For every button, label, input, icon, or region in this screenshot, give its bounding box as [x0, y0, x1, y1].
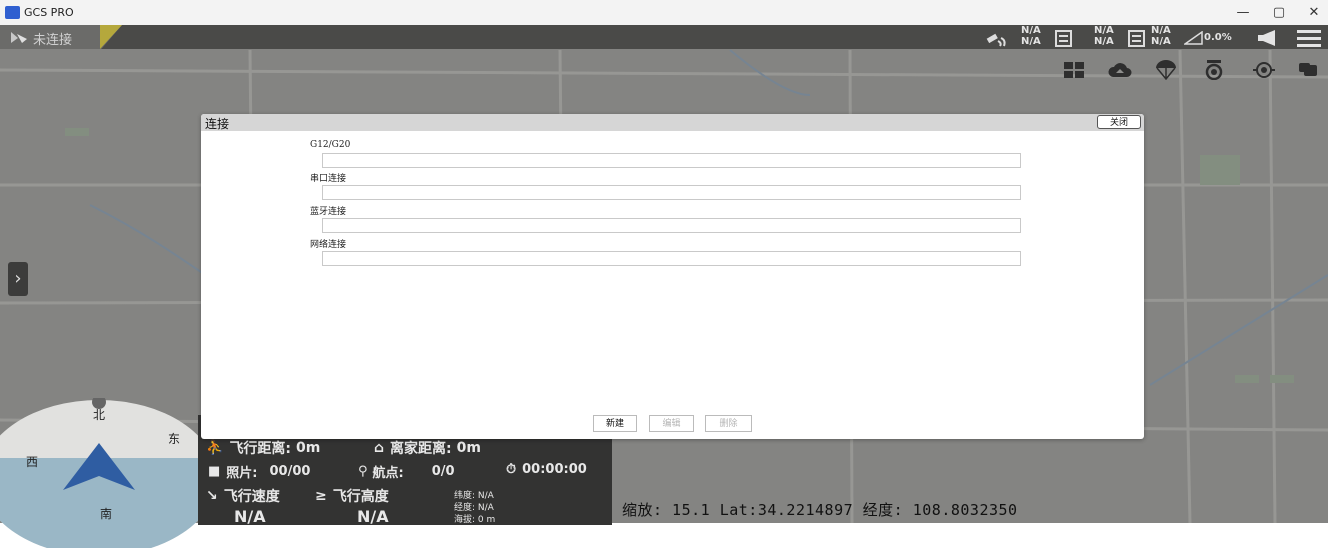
camera-icon: ■	[208, 464, 221, 479]
photos-label: 照片:	[226, 466, 258, 481]
restore-button[interactable]: ▢	[1262, 2, 1296, 23]
chat-button[interactable]	[1296, 59, 1320, 81]
layers-icon	[1064, 62, 1084, 78]
home-distance-row: ⌂ 离家距离: 0m	[374, 438, 481, 458]
parachute-icon	[1156, 60, 1176, 80]
speed-icon: ↘	[206, 488, 218, 504]
minimize-button[interactable]: —	[1226, 2, 1260, 23]
elevation-line: 海拔: 0 m	[454, 515, 496, 525]
window-titlebar: GCS PRO — ▢ ✕	[0, 0, 1328, 25]
altitude-row: ≥ 飞行高度	[315, 486, 389, 506]
megaphone-icon[interactable]	[1257, 29, 1283, 47]
dialog-close-button[interactable]: 关闭	[1097, 115, 1141, 129]
camera-lens-icon	[1205, 60, 1223, 80]
edit-connection-button[interactable]: 编辑	[649, 415, 694, 432]
section-label-bluetooth: 蓝牙连接	[310, 207, 347, 217]
signal-icon	[1184, 31, 1203, 45]
signal-percent: 0.0%	[1204, 32, 1232, 43]
serial-connection-list[interactable]	[322, 185, 1021, 200]
telemetry-2-top: N/A	[1094, 25, 1114, 36]
telemetry-3-bottom: N/A	[1151, 36, 1171, 47]
compass-south: 南	[100, 506, 112, 521]
waypoints-label: 航点:	[372, 466, 404, 481]
speed-label: 飞行速度	[223, 489, 280, 505]
waypoints-value: 0/0	[431, 464, 455, 479]
photos-row: ■ 照片: 00/00	[208, 462, 310, 481]
speed-row: ↘ 飞行速度	[206, 486, 280, 506]
flight-distance-value: 0m	[296, 440, 321, 456]
altitude-label: 飞行高度	[332, 489, 389, 505]
flight-distance-label: 飞行距离:	[229, 441, 292, 457]
compass-widget: 北 西 东 南	[0, 398, 217, 548]
home-distance-label: 离家距离:	[390, 441, 452, 457]
photos-value: 00/00	[269, 464, 311, 479]
timer-value: 00:00:00	[522, 462, 587, 477]
waypoints-row: ⚲ 航点: 0/0	[358, 462, 455, 481]
document-icon[interactable]	[1128, 30, 1145, 47]
compass-west: 西	[26, 455, 38, 469]
compass-north: 北	[93, 408, 105, 422]
bluetooth-connection-list[interactable]	[322, 218, 1021, 233]
telemetry-2-bottom: N/A	[1094, 36, 1114, 47]
camera-lens-button[interactable]	[1202, 59, 1226, 81]
cloud-upload-icon	[1108, 63, 1132, 77]
delete-connection-button[interactable]: 删除	[705, 415, 752, 432]
close-window-button[interactable]: ✕	[1297, 2, 1328, 23]
app-title: GCS PRO	[24, 6, 74, 19]
chat-icon	[1299, 63, 1317, 76]
walk-icon: ⛹	[206, 440, 224, 456]
compass-east: 东	[168, 432, 180, 446]
app-logo-icon	[5, 6, 20, 19]
dialog-title: 连接	[205, 117, 230, 131]
network-connection-list[interactable]	[322, 251, 1021, 266]
connection-status-label: 未连接	[33, 33, 73, 48]
home-distance-value: 0m	[456, 440, 481, 456]
flight-distance-row: ⛹ 飞行距离: 0m	[206, 438, 320, 458]
stopwatch-icon: ⏱	[506, 462, 517, 477]
target-button[interactable]	[1252, 59, 1276, 81]
map-status-line: 缩放: 15.1 Lat:34.2214897 经度: 108.8032350	[622, 501, 1018, 519]
layers-button[interactable]	[1062, 59, 1086, 81]
new-connection-button[interactable]: 新建	[593, 415, 637, 432]
altitude-icon: ≥	[315, 488, 327, 504]
section-label-serial: 串口连接	[310, 174, 347, 184]
dialog-header: 连接 关闭	[201, 114, 1144, 131]
g12-connection-list[interactable]	[322, 153, 1021, 168]
telemetry-1-top: N/A	[1021, 25, 1041, 36]
document-icon[interactable]	[1055, 30, 1072, 47]
drone-disconnected-icon	[11, 32, 27, 43]
sidebar-expand-button[interactable]: ›	[8, 262, 28, 296]
speed-value: N/A	[234, 507, 266, 526]
telemetry-1-bottom: N/A	[1021, 36, 1041, 47]
waypoint-icon: ⚲	[358, 464, 368, 479]
menu-icon[interactable]	[1297, 29, 1321, 47]
section-label-network: 网络连接	[310, 240, 347, 250]
timer-row: ⏱ 00:00:00	[506, 462, 587, 477]
altitude-value: N/A	[357, 507, 389, 526]
parachute-button[interactable]	[1154, 59, 1178, 81]
target-icon	[1253, 62, 1275, 78]
section-label-g12: G12/G20	[310, 140, 351, 150]
home-icon: ⌂	[374, 440, 385, 456]
satellite-icon[interactable]	[982, 29, 1008, 47]
cloud-upload-button[interactable]	[1108, 59, 1132, 81]
connection-dialog: 连接 关闭 G12/G20 串口连接 蓝牙连接 网络连接 新建 编辑 删除	[201, 114, 1144, 439]
telemetry-3-top: N/A	[1151, 25, 1171, 36]
